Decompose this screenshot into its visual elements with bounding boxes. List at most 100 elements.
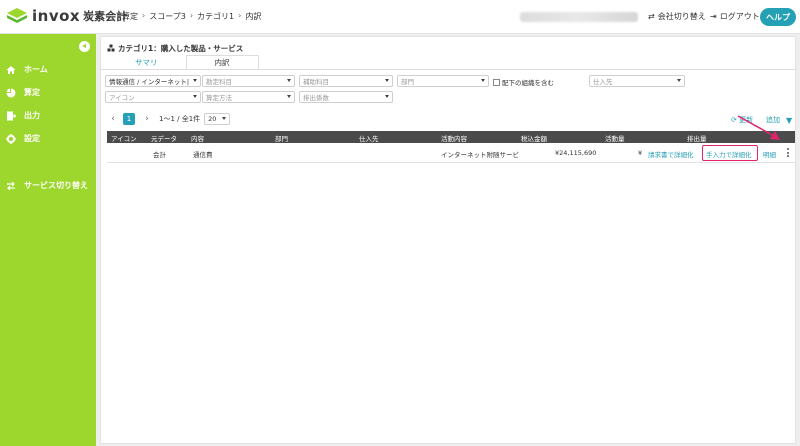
chevron-down-icon (193, 95, 197, 98)
breadcrumb-separator-icon: › (189, 11, 194, 20)
breadcrumb-item[interactable]: 算定 (122, 11, 138, 22)
detail-manual-link[interactable]: 手入力で詳細化 (706, 149, 752, 159)
calc-method-select[interactable]: 算定方法 (202, 91, 295, 103)
chevron-down-icon (287, 79, 291, 82)
annotation-arrow-icon (737, 115, 780, 140)
breadcrumb-separator-icon: › (238, 11, 242, 20)
breakdown-panel: カテゴリ1：購入した製品・サービス サマリ 内訳 情報通信 / インターネット|… (100, 36, 796, 444)
column-header-icon[interactable]: アイコン (111, 133, 137, 143)
icon-select-placeholder: アイコン (109, 94, 135, 102)
pie-chart-icon (6, 88, 16, 98)
sidebar-item-settings[interactable]: 設定 (6, 133, 40, 144)
switch-company-button[interactable]: ⇄ 会社切り替え (648, 11, 706, 22)
sidebar-item-label: ホーム (24, 65, 48, 74)
export-icon (6, 111, 17, 121)
tab-bar: サマリ 内訳 (107, 55, 259, 69)
chevron-down-icon (222, 117, 227, 120)
sidebar-item-label: 出力 (24, 111, 40, 120)
column-header-department[interactable]: 部門 (275, 133, 288, 143)
sidebar-item-calc[interactable]: 算定 (6, 87, 40, 98)
department-select[interactable]: 部門 (397, 75, 489, 87)
sidebar-item-switch-service[interactable]: サービス切り替え (6, 180, 88, 191)
breadcrumb-item[interactable]: スコープ3 (149, 11, 186, 22)
sidebar-item-output[interactable]: 出力 (6, 110, 40, 121)
column-header-amount[interactable]: 税込金額 (521, 133, 547, 143)
swap-icon: ⇄ (648, 12, 655, 21)
cell-source: 会計 (153, 151, 166, 159)
switch-company-label: 会社切り替え (657, 12, 706, 21)
account-subject-placeholder: 勘定科目 (206, 78, 232, 86)
help-button[interactable]: ヘルプ (760, 8, 796, 26)
sidebar-item-label: サービス切り替え (24, 181, 88, 190)
page-number-button[interactable]: 1 (123, 113, 135, 125)
cell-activity-amount: ¥ (638, 149, 643, 157)
category-select-value: 情報通信 / インターネット| (109, 78, 190, 86)
emission-factor-select[interactable]: 排出係数 (299, 91, 393, 103)
table-row[interactable]: 会計 通信費 インターネット附随サービ ¥24,115,690 ¥ 請求書で詳細… (107, 143, 795, 163)
page-title-text: カテゴリ1：購入した製品・サービス (118, 44, 244, 53)
logout-label: ログアウト (719, 12, 760, 21)
cell-content: 通信費 (193, 151, 213, 159)
app-logo[interactable]: invox 炭素会計 (6, 7, 127, 25)
more-options-icon[interactable] (787, 148, 789, 158)
category-icon (107, 44, 115, 54)
page-title: カテゴリ1：購入した製品・サービス (107, 43, 243, 54)
supplier-select[interactable]: 仕入先 (589, 75, 685, 87)
details-link[interactable]: 明細 (763, 149, 776, 159)
gear-icon (6, 133, 16, 144)
top-bar: invox 炭素会計 算定 › スコープ3 › カテゴリ1 › 内訳 ⇄ 会社切… (0, 0, 800, 34)
checkbox-box[interactable] (493, 78, 500, 86)
page-size-select[interactable]: 20 (204, 113, 231, 125)
logo-text: invox (32, 7, 81, 25)
sidebar-item-home[interactable]: ホーム (6, 64, 48, 75)
cell-activity: インターネット附随サービ (441, 151, 519, 159)
icon-select[interactable]: アイコン (105, 91, 201, 103)
cell-amount: ¥24,115,690 (555, 149, 597, 157)
table-header: アイコン 元データ 内容 部門 仕入先 活動内容 税込金額 活動量 排出量 (107, 131, 795, 143)
supplier-placeholder: 仕入先 (593, 78, 613, 86)
department-placeholder: 部門 (401, 78, 414, 86)
pagination: ‹ 1 › 1〜1 / 全1件 20 (107, 113, 231, 125)
detail-by-invoice-link[interactable]: 請求書で詳細化 (648, 149, 694, 159)
chevron-down-icon (481, 79, 485, 82)
logo-mark-icon (6, 7, 28, 25)
sub-account-placeholder: 補助科目 (303, 78, 329, 86)
tab-summary[interactable]: サマリ (107, 55, 186, 69)
pagination-range: 1〜1 / 全1件 (159, 115, 201, 123)
column-header-activity-amount[interactable]: 活動量 (605, 133, 625, 143)
caret-down-icon: ▼ (786, 115, 793, 125)
include-sub-org-checkbox[interactable]: 配下の組織を含む (493, 77, 554, 87)
redacted-user-info (520, 12, 638, 22)
prev-page-icon[interactable]: ‹ (107, 113, 119, 125)
collapse-sidebar-icon[interactable] (79, 41, 90, 52)
sub-account-select[interactable]: 補助科目 (299, 75, 393, 87)
sidebar: ホーム 算定 出力 設定 サービス切り替え (0, 34, 96, 446)
column-header-source[interactable]: 元データ (151, 133, 177, 143)
chevron-down-icon (677, 79, 681, 82)
account-subject-select[interactable]: 勘定科目 (202, 75, 295, 87)
emission-factor-placeholder: 排出係数 (303, 94, 329, 102)
logout-icon: ⇥ (710, 12, 717, 21)
breadcrumb: 算定 › スコープ3 › カテゴリ1 › 内訳 (122, 11, 261, 22)
category-select[interactable]: 情報通信 / インターネット| (105, 75, 201, 87)
breadcrumb-item[interactable]: カテゴリ1 (197, 11, 234, 22)
chevron-down-icon (287, 95, 291, 98)
switch-icon (6, 181, 16, 191)
breadcrumb-item-current: 内訳 (245, 12, 262, 21)
column-header-supplier[interactable]: 仕入先 (359, 133, 379, 143)
tab-breakdown[interactable]: 内訳 (185, 55, 259, 69)
chevron-down-icon (385, 79, 389, 82)
page-size-value: 20 (208, 115, 217, 123)
calc-method-placeholder: 算定方法 (206, 94, 232, 102)
chevron-down-icon (385, 95, 389, 98)
column-header-emissions[interactable]: 排出量 (687, 133, 707, 143)
column-header-activity[interactable]: 活動内容 (441, 133, 467, 143)
sidebar-item-label: 算定 (24, 88, 40, 97)
next-page-icon[interactable]: › (141, 113, 153, 125)
tab-divider (101, 69, 795, 70)
column-header-content[interactable]: 内容 (191, 133, 204, 143)
chevron-down-icon (193, 79, 197, 82)
logout-button[interactable]: ⇥ ログアウト (710, 11, 760, 22)
logo-subtext: 炭素会計 (83, 10, 128, 23)
breadcrumb-separator-icon: › (142, 11, 146, 20)
